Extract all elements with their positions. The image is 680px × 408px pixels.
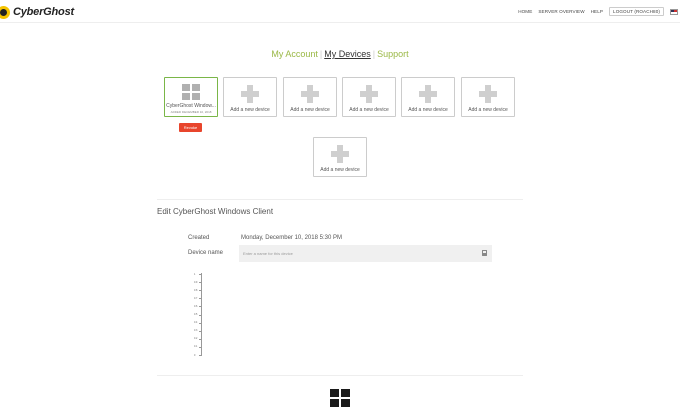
section-divider — [157, 199, 523, 200]
created-label: Created — [188, 235, 210, 241]
nav-server-overview-link[interactable]: SERVER OVERVIEW — [538, 9, 584, 14]
add-device-label: Add a new device — [408, 107, 448, 113]
axis-tick — [199, 314, 202, 316]
cyberghost-logo[interactable]: CyberGhost — [0, 4, 74, 20]
tab-my-devices[interactable]: My Devices — [324, 49, 371, 59]
device-name-input[interactable]: Enter a name for this device — [239, 245, 492, 262]
tab-my-account[interactable]: My Account — [271, 49, 318, 59]
axis-tick-label: 0.6 — [194, 304, 198, 308]
created-value: Monday, December 10, 2018 5:30 PM — [241, 235, 342, 241]
top-nav: HOME SERVER OVERVIEW HELP LOGOUT (ROACH8… — [518, 7, 678, 16]
device-name-label: Device name — [188, 250, 224, 256]
axis-tick — [199, 274, 202, 275]
axis-tick-label: 0 — [194, 353, 196, 357]
plus-icon — [419, 85, 437, 103]
add-device-card[interactable]: Add a new device — [313, 137, 367, 177]
axis-tick — [199, 338, 202, 340]
plus-icon — [360, 85, 378, 103]
tab-separator: | — [372, 49, 376, 59]
tab-separator: | — [319, 49, 323, 59]
axis-tick — [199, 355, 202, 356]
axis-tick-label: 0.4 — [194, 321, 198, 325]
plus-icon — [331, 145, 349, 163]
nav-home-link[interactable]: HOME — [518, 9, 532, 14]
plus-icon — [241, 85, 259, 103]
device-name-placeholder: Enter a name for this device — [243, 251, 293, 256]
brand-name: CyberGhost — [13, 6, 74, 18]
add-device-label: Add a new device — [320, 167, 360, 173]
tab-support[interactable]: Support — [377, 49, 409, 59]
revoke-button[interactable]: Revoke — [179, 123, 202, 132]
axis-tick-label: 0.3 — [194, 329, 198, 333]
edit-device-title: Edit CyberGhost Windows Client — [157, 207, 274, 216]
nav-help-link[interactable]: HELP — [591, 9, 603, 14]
save-icon[interactable] — [482, 250, 487, 256]
language-flag-icon[interactable] — [670, 8, 678, 15]
axis-tick-label: 1 — [194, 272, 196, 276]
plus-icon — [301, 85, 319, 103]
add-device-card[interactable]: Add a new device — [342, 77, 396, 117]
add-device-card[interactable]: Add a new device — [401, 77, 455, 117]
axis-tick — [199, 330, 202, 332]
add-device-label: Add a new device — [349, 107, 389, 113]
axis-tick — [199, 298, 202, 300]
axis-tick — [199, 290, 202, 292]
windows-icon — [330, 389, 350, 408]
ghost-logo-icon — [0, 5, 10, 19]
device-added-date: ADDED DECEMBER 10, 2018 — [170, 110, 212, 114]
windows-icon — [182, 84, 200, 100]
device-card-cyberghost-windows[interactable]: CyberGhost Window... ADDED DECEMBER 10, … — [164, 77, 218, 117]
axis-tick — [199, 346, 202, 348]
section-divider — [157, 375, 523, 376]
add-device-label: Add a new device — [290, 107, 330, 113]
axis-tick-label: 0.1 — [194, 345, 198, 349]
add-device-label: Add a new device — [230, 107, 270, 113]
axis-tick-label: 0.7 — [194, 296, 198, 300]
add-device-card[interactable]: Add a new device — [223, 77, 277, 117]
plus-icon — [479, 85, 497, 103]
account-tabs: My Account | My Devices | Support — [0, 49, 680, 59]
axis-tick — [199, 322, 202, 324]
add-device-card[interactable]: Add a new device — [283, 77, 337, 117]
axis-tick-label: 0.8 — [194, 288, 198, 292]
add-device-card[interactable]: Add a new device — [461, 77, 515, 117]
top-header: CyberGhost HOME SERVER OVERVIEW HELP LOG… — [0, 0, 680, 23]
logout-button[interactable]: LOGOUT (ROACH80) — [609, 7, 664, 16]
axis-tick-label: 0.9 — [194, 280, 198, 284]
axis-tick-label: 0.5 — [194, 313, 198, 316]
add-device-label: Add a new device — [468, 107, 508, 113]
device-label: CyberGhost Window... — [166, 103, 216, 109]
axis-tick — [199, 306, 202, 308]
axis-tick-label: 0.2 — [194, 337, 198, 341]
axis-tick — [199, 282, 202, 284]
